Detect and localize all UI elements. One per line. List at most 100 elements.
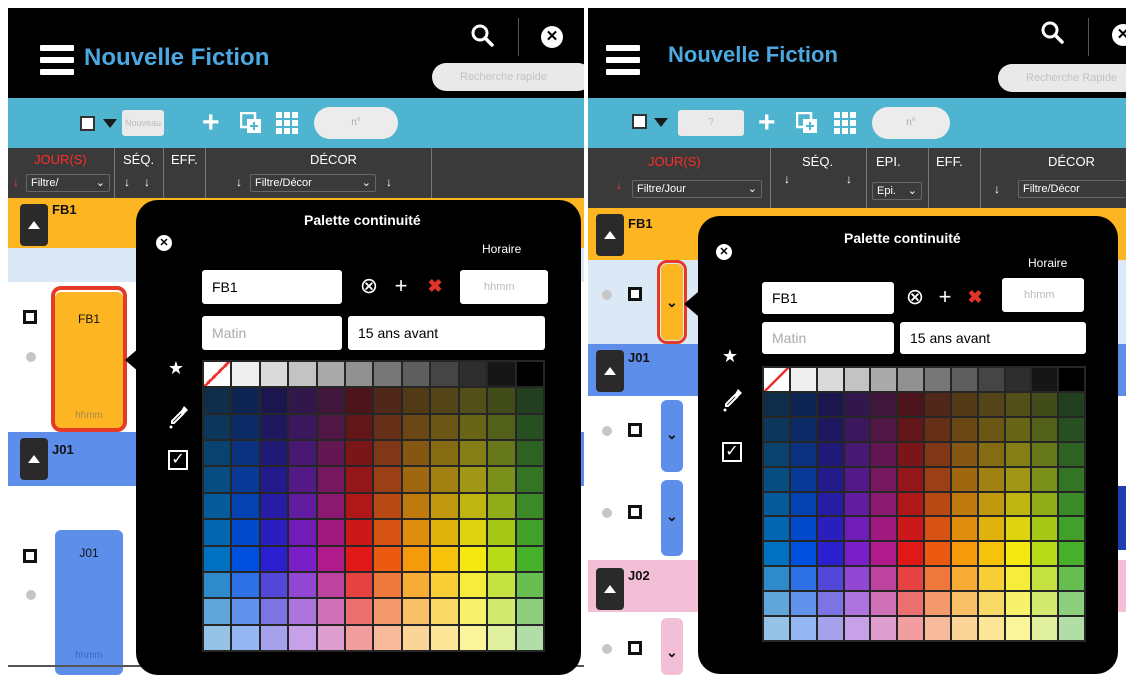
color-swatch[interactable] bbox=[459, 599, 487, 624]
color-swatch[interactable] bbox=[346, 572, 373, 598]
color-swatch[interactable] bbox=[204, 441, 231, 466]
color-swatch[interactable] bbox=[516, 388, 543, 413]
color-swatch[interactable] bbox=[1005, 467, 1031, 491]
sort-down-icon[interactable]: ↓ bbox=[784, 172, 790, 186]
gray-swatch[interactable] bbox=[374, 362, 401, 387]
color-swatch[interactable] bbox=[488, 625, 515, 650]
color-swatch[interactable] bbox=[898, 567, 923, 591]
color-swatch[interactable] bbox=[871, 517, 897, 541]
color-swatch[interactable] bbox=[817, 542, 843, 566]
gray-swatch[interactable] bbox=[1032, 368, 1058, 391]
checkbox-icon[interactable]: ✓ bbox=[168, 450, 188, 470]
color-swatch[interactable] bbox=[346, 520, 373, 545]
grid-view-icon[interactable] bbox=[276, 112, 298, 134]
color-swatch[interactable] bbox=[790, 492, 816, 516]
quick-search-input[interactable]: Recherche Rapide bbox=[998, 64, 1126, 92]
color-swatch[interactable] bbox=[204, 467, 231, 492]
color-swatch[interactable] bbox=[431, 520, 458, 545]
checkbox-icon[interactable]: ✓ bbox=[722, 442, 742, 462]
color-swatch[interactable] bbox=[925, 417, 950, 441]
color-swatch[interactable] bbox=[459, 388, 487, 413]
color-swatch[interactable] bbox=[289, 572, 316, 598]
color-swatch[interactable] bbox=[844, 392, 870, 416]
color-swatch[interactable] bbox=[1032, 542, 1058, 566]
color-swatch[interactable] bbox=[317, 467, 345, 492]
color-swatch[interactable] bbox=[431, 572, 458, 598]
color-swatch[interactable] bbox=[374, 441, 401, 466]
color-swatch[interactable] bbox=[790, 442, 816, 466]
color-swatch[interactable] bbox=[260, 572, 288, 598]
color-swatch[interactable] bbox=[488, 546, 515, 571]
color-swatch[interactable] bbox=[844, 567, 870, 591]
color-swatch[interactable] bbox=[764, 492, 789, 516]
color-swatch[interactable] bbox=[1032, 417, 1058, 441]
color-swatch[interactable] bbox=[232, 599, 259, 624]
eff-header[interactable]: EFF. bbox=[936, 154, 963, 169]
color-swatch[interactable] bbox=[951, 592, 977, 616]
color-swatch[interactable] bbox=[951, 567, 977, 591]
color-swatch[interactable] bbox=[317, 520, 345, 545]
color-swatch[interactable] bbox=[402, 493, 430, 519]
epi-header[interactable]: EPI. bbox=[876, 154, 901, 169]
color-swatch[interactable] bbox=[402, 441, 430, 466]
description-input[interactable]: 15 ans avant bbox=[348, 316, 545, 350]
color-swatch[interactable] bbox=[431, 414, 458, 440]
color-swatch[interactable] bbox=[1032, 517, 1058, 541]
color-swatch[interactable] bbox=[516, 467, 543, 492]
color-swatch[interactable] bbox=[1032, 567, 1058, 591]
grid-view-icon[interactable] bbox=[834, 112, 856, 134]
collapse-arrow-icon[interactable] bbox=[20, 438, 48, 480]
color-swatch[interactable] bbox=[459, 493, 487, 519]
jours-header[interactable]: JOUR(S) bbox=[648, 154, 701, 169]
color-swatch[interactable] bbox=[260, 414, 288, 440]
color-swatch[interactable] bbox=[764, 467, 789, 491]
color-swatch[interactable] bbox=[317, 572, 345, 598]
color-swatch[interactable] bbox=[402, 414, 430, 440]
color-swatch[interactable] bbox=[317, 625, 345, 650]
clear-circle-icon[interactable]: ⊗ bbox=[356, 270, 382, 302]
color-swatch[interactable] bbox=[260, 388, 288, 413]
color-swatch[interactable] bbox=[1059, 517, 1084, 541]
close-icon[interactable]: ✕ bbox=[716, 244, 732, 260]
color-swatch[interactable] bbox=[1005, 517, 1031, 541]
color-swatch[interactable] bbox=[402, 388, 430, 413]
color-swatch[interactable] bbox=[488, 572, 515, 598]
sort-down-icon[interactable]: ↓ bbox=[13, 175, 19, 189]
color-swatch[interactable] bbox=[289, 441, 316, 466]
color-swatch[interactable] bbox=[817, 517, 843, 541]
color-swatch[interactable] bbox=[1005, 617, 1031, 640]
color-swatch[interactable] bbox=[346, 493, 373, 519]
color-swatch[interactable] bbox=[374, 546, 401, 571]
color-swatch[interactable] bbox=[1059, 392, 1084, 416]
sequence-card[interactable]: ⌄ bbox=[661, 618, 683, 675]
color-swatch[interactable] bbox=[459, 520, 487, 545]
color-swatch[interactable] bbox=[898, 442, 923, 466]
color-swatch[interactable] bbox=[978, 542, 1004, 566]
color-swatch[interactable] bbox=[817, 392, 843, 416]
color-swatch[interactable] bbox=[790, 417, 816, 441]
color-swatch[interactable] bbox=[844, 542, 870, 566]
row-checkbox[interactable] bbox=[23, 549, 37, 563]
gray-swatch[interactable] bbox=[431, 362, 458, 387]
color-swatch[interactable] bbox=[260, 625, 288, 650]
color-swatch[interactable] bbox=[978, 467, 1004, 491]
color-swatch[interactable] bbox=[204, 546, 231, 571]
sort-down-icon[interactable]: ↓ bbox=[994, 182, 1000, 196]
gray-swatch[interactable] bbox=[317, 362, 345, 387]
color-swatch[interactable] bbox=[817, 567, 843, 591]
sort-down-icon[interactable]: ↓ bbox=[144, 175, 150, 189]
color-swatch[interactable] bbox=[871, 492, 897, 516]
search-icon[interactable] bbox=[470, 23, 496, 49]
color-swatch[interactable] bbox=[898, 492, 923, 516]
color-swatch[interactable] bbox=[1059, 442, 1084, 466]
color-swatch[interactable] bbox=[488, 520, 515, 545]
color-swatch[interactable] bbox=[1005, 417, 1031, 441]
no-color-swatch[interactable] bbox=[764, 368, 789, 391]
color-swatch[interactable] bbox=[764, 567, 789, 591]
color-swatch[interactable] bbox=[488, 441, 515, 466]
color-swatch[interactable] bbox=[898, 542, 923, 566]
color-swatch[interactable] bbox=[346, 467, 373, 492]
add-icon[interactable]: + bbox=[390, 270, 412, 302]
color-swatch[interactable] bbox=[871, 567, 897, 591]
name-input[interactable]: FB1 bbox=[202, 270, 342, 304]
